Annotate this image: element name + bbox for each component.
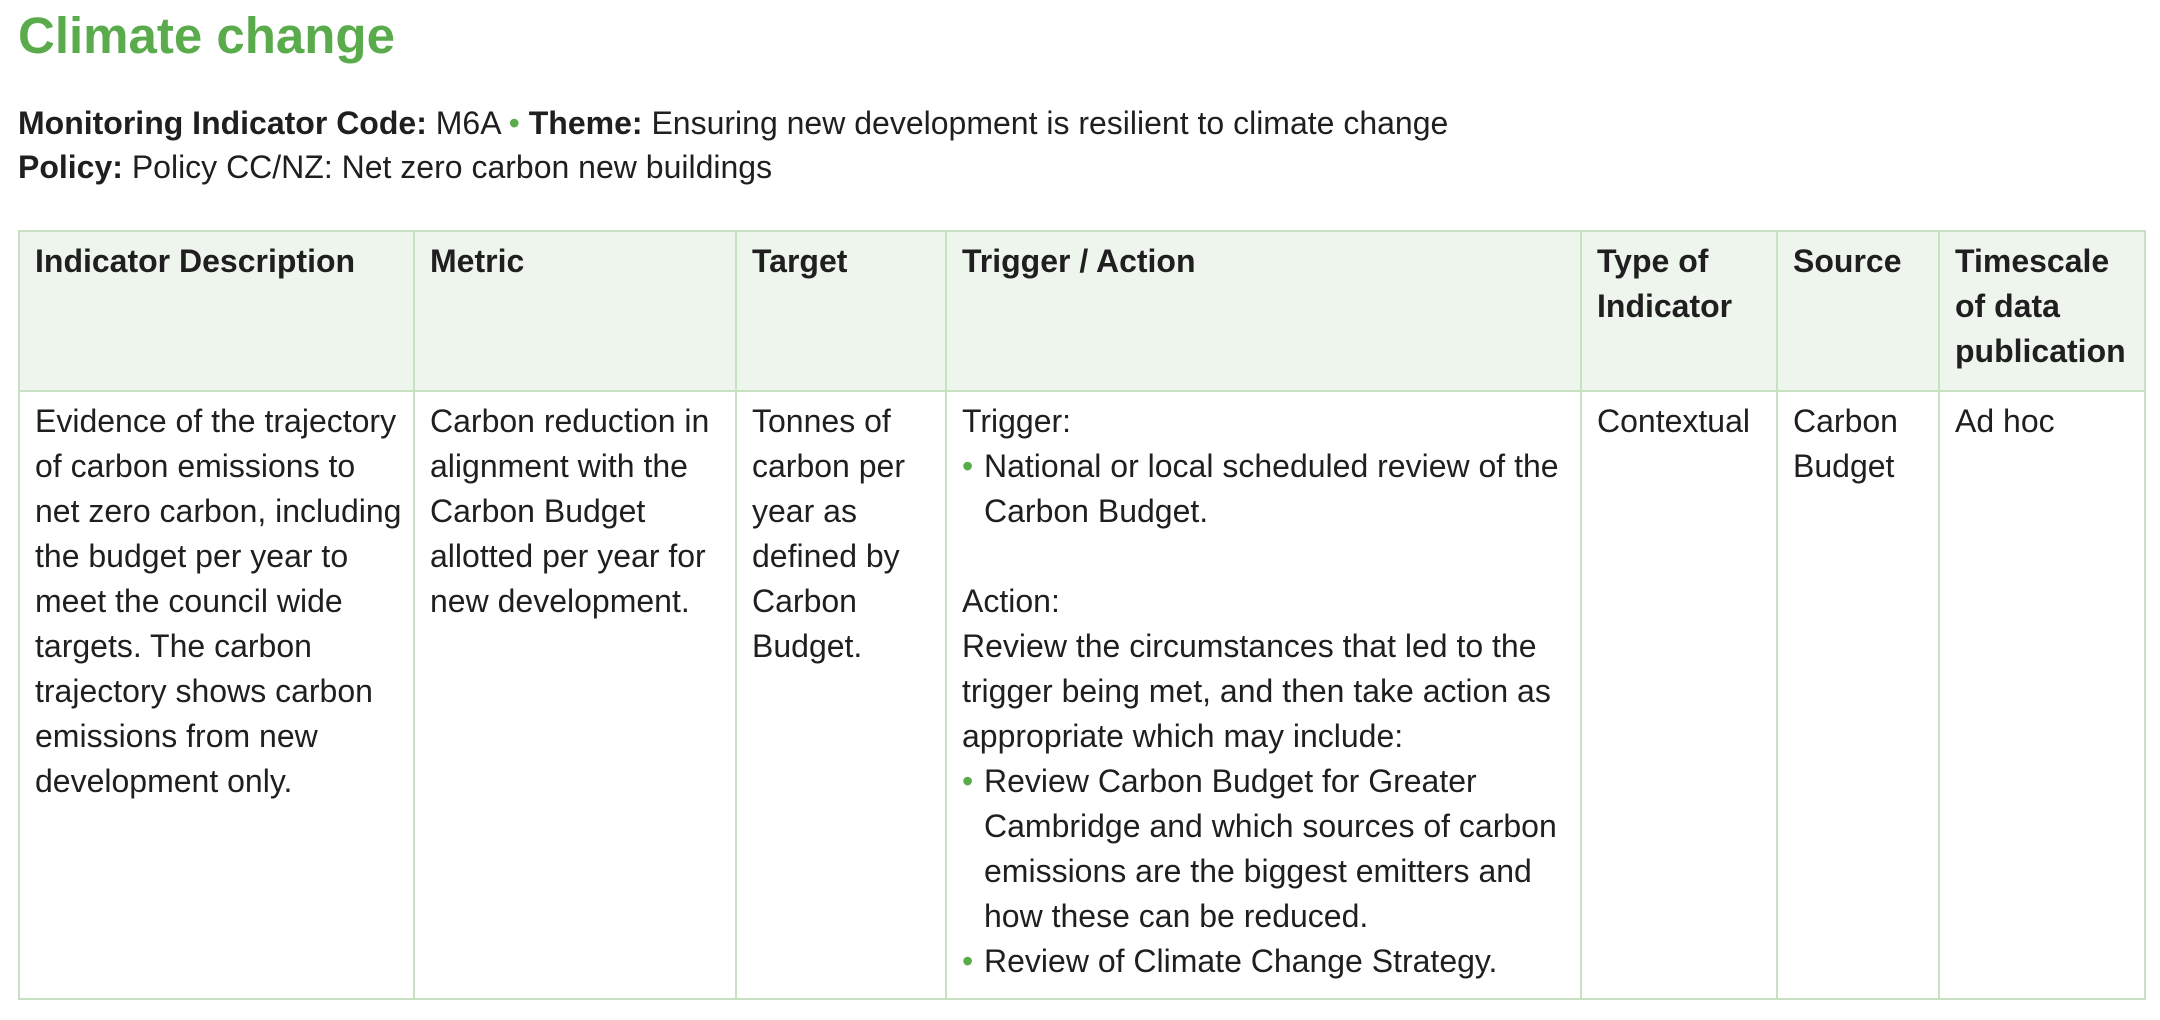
page: Climate change Monitoring Indicator Code… — [18, 0, 2146, 1000]
table-row: Evidence of the trajectory of carbon emi… — [18, 390, 2146, 1000]
cell-type: Contextual — [1580, 390, 1778, 1000]
trigger-list: National or local scheduled review of th… — [962, 444, 1572, 534]
header-metric: Metric — [413, 230, 737, 392]
cell-timescale: Ad hoc — [1938, 390, 2146, 1000]
bullet-separator-icon: • — [508, 105, 520, 141]
theme-value: Ensuring new development is resilient to… — [651, 105, 1449, 141]
cell-target: Tonnes of carbon per year as defined by … — [735, 390, 947, 1000]
header-target: Target — [735, 230, 947, 392]
policy-value: Policy CC/NZ: Net zero carbon new buildi… — [131, 149, 773, 185]
header-trigger-action: Trigger / Action — [945, 230, 1582, 392]
list-item: Review Carbon Budget for Greater Cambrid… — [962, 759, 1572, 939]
trigger-label: Trigger: — [962, 403, 1072, 439]
indicator-meta: Monitoring Indicator Code: M6A • Theme: … — [18, 101, 2144, 189]
policy-label: Policy: — [18, 149, 123, 185]
header-indicator-description: Indicator Description — [18, 230, 415, 392]
action-list: Review Carbon Budget for Greater Cambrid… — [962, 759, 1572, 984]
cell-trigger-action: Trigger: National or local scheduled rev… — [945, 390, 1582, 1000]
code-label: Monitoring Indicator Code: — [18, 105, 427, 141]
list-item: National or local scheduled review of th… — [962, 444, 1572, 534]
page-title: Climate change — [18, 7, 395, 64]
theme-label: Theme: — [528, 105, 643, 141]
table-header-row: Indicator Description Metric Target Trig… — [18, 230, 2146, 392]
header-type-of-indicator: Type of Indicator — [1580, 230, 1778, 392]
cell-metric: Carbon reduction in alignment with the C… — [413, 390, 737, 1000]
code-value: M6A — [435, 105, 500, 141]
header-source: Source — [1776, 230, 1940, 392]
meta-line-code-theme: Monitoring Indicator Code: M6A • Theme: … — [18, 101, 2144, 145]
header-timescale: Timescale of data publication — [1938, 230, 2146, 392]
meta-line-policy: Policy: Policy CC/NZ: Net zero carbon ne… — [18, 145, 2144, 189]
action-label: Action: — [962, 583, 1060, 619]
indicator-table: Indicator Description Metric Target Trig… — [18, 230, 2146, 1000]
action-text: Review the circumstances that led to the… — [962, 628, 1551, 754]
cell-description: Evidence of the trajectory of carbon emi… — [18, 390, 415, 1000]
cell-source: Carbon Budget — [1776, 390, 1940, 1000]
list-item: Review of Climate Change Strategy. — [962, 939, 1572, 984]
